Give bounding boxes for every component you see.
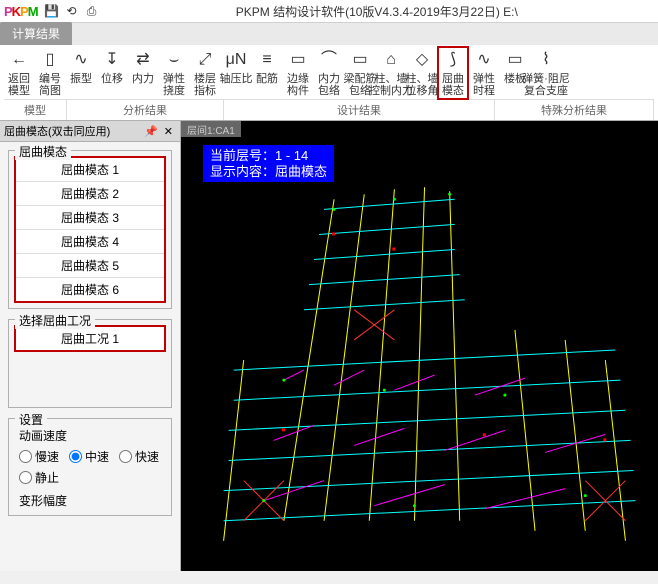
ribbon-btn-12[interactable]: ⌂柱、墙 控制内力 <box>376 47 406 99</box>
ribbon-btn-0[interactable]: ←返回 模型 <box>4 47 34 99</box>
deform-label: 变形幅度 <box>15 488 165 509</box>
ribbon-icon-14: ⟆ <box>442 49 464 71</box>
ribbon-group-1: 分析结果 <box>67 100 224 120</box>
save-icon[interactable]: 💾 <box>44 3 60 19</box>
ribbon-icon-11: ▭ <box>349 49 371 71</box>
speed-option-3[interactable]: 静止 <box>19 469 59 486</box>
close-icon[interactable]: ✕ <box>161 125 176 138</box>
print-icon[interactable]: ⎙ <box>84 3 100 19</box>
speed-radio-1[interactable] <box>69 450 82 463</box>
ribbon-btn-5[interactable]: ⌣弹性 挠度 <box>159 47 189 99</box>
ribbon-btn-2[interactable]: ∿ 振型 <box>66 47 96 87</box>
mode-item-2[interactable]: 屈曲模态 2 <box>16 182 164 206</box>
undo-icon[interactable]: ⟲ <box>64 3 80 19</box>
ribbon-group-0: 模型 <box>4 100 67 120</box>
viewport-tab[interactable]: 层间1:CA1 <box>181 121 241 137</box>
mode-item-3[interactable]: 屈曲模态 3 <box>16 206 164 230</box>
window-title: PKPM 结构设计软件(10版V4.3.4-2019年3月22日) E:\ <box>100 3 654 20</box>
ribbon-btn-6[interactable]: ⤢楼层 指标 <box>190 47 220 99</box>
ribbon-icon-15: ∿ <box>473 49 495 71</box>
speed-option-0[interactable]: 慢速 <box>19 448 59 465</box>
buckling-case-group: 选择屈曲工况 屈曲工况 1 <box>8 319 172 408</box>
mode-item-1[interactable]: 屈曲模态 1 <box>16 158 164 182</box>
ribbon-icon-1: ▯ <box>39 49 61 71</box>
ribbon-icon-7: μN <box>225 49 247 71</box>
ribbon: ←返回 模型▯编号 简图∿振型↧位移⇄内力⌣弹性 挠度⤢楼层 指标μN轴压比≡配… <box>0 45 658 121</box>
tab-results[interactable]: 计算结果 <box>0 22 72 45</box>
mode-item-4[interactable]: 屈曲模态 4 <box>16 230 164 254</box>
menubar: 计算结果 <box>0 23 658 45</box>
side-panel-title: 屈曲模态(双击同应用) <box>4 123 110 139</box>
settings-legend: 设置 <box>15 411 47 428</box>
app-logo: PKPM <box>4 4 38 19</box>
ribbon-icon-5: ⌣ <box>163 49 185 71</box>
buckling-case-list[interactable]: 屈曲工况 1 <box>15 326 165 351</box>
ribbon-btn-8[interactable]: ≡ 配筋 <box>252 47 282 87</box>
model-viewport[interactable]: 层间1:CA1 当前层号：1 - 14 显示内容：屈曲模态 <box>181 121 658 571</box>
ribbon-label-13: 柱、墙 位移角 <box>406 73 439 97</box>
ribbon-icon-13: ◇ <box>411 49 433 71</box>
ribbon-label-3: 位移 <box>101 73 123 85</box>
speed-option-1[interactable]: 中速 <box>69 448 109 465</box>
ribbon-label-17: 弹簧·阻尼 复合支座 <box>522 73 570 97</box>
ribbon-icon-17: ⌇ <box>535 49 557 71</box>
ribbon-label-15: 弹性 时程 <box>473 73 495 97</box>
ribbon-label-10: 内力 包络 <box>318 73 340 97</box>
ribbon-btn-1[interactable]: ▯编号 简图 <box>35 47 65 99</box>
ribbon-btn-17[interactable]: ⌇弹簧·阻尼 复合支座 <box>531 47 561 99</box>
ribbon-group-2: 设计结果 <box>224 100 495 120</box>
ribbon-icon-2: ∿ <box>70 49 92 71</box>
ribbon-btn-13[interactable]: ◇柱、墙 位移角 <box>407 47 437 99</box>
ribbon-btn-15[interactable]: ∿弹性 时程 <box>469 47 499 99</box>
titlebar: PKPM 💾 ⟲ ⎙ PKPM 结构设计软件(10版V4.3.4-2019年3月… <box>0 0 658 23</box>
settings-group: 设置 动画速度 慢速中速快速静止 变形幅度 <box>8 418 172 516</box>
ribbon-btn-7[interactable]: μN 轴压比 <box>221 47 251 87</box>
ribbon-icon-4: ⇄ <box>132 49 154 71</box>
mode-item-6[interactable]: 屈曲模态 6 <box>16 278 164 301</box>
ribbon-icon-9: ▭ <box>287 49 309 71</box>
ribbon-label-7: 轴压比 <box>220 73 253 85</box>
ribbon-label-1: 编号 简图 <box>39 73 61 97</box>
ribbon-icon-3: ↧ <box>101 49 123 71</box>
ribbon-label-0: 返回 模型 <box>8 73 30 97</box>
ribbon-label-4: 内力 <box>132 73 154 85</box>
mode-item-5[interactable]: 屈曲模态 5 <box>16 254 164 278</box>
ribbon-icon-10: ⌒ <box>318 49 340 71</box>
buckling-modes-list[interactable]: 屈曲模态 1屈曲模态 2屈曲模态 3屈曲模态 4屈曲模态 5屈曲模态 6 <box>15 157 165 302</box>
ribbon-btn-3[interactable]: ↧ 位移 <box>97 47 127 87</box>
ribbon-icon-0: ← <box>8 49 30 71</box>
anim-speed-label: 动画速度 <box>15 425 165 446</box>
side-panel: 屈曲模态(双击同应用) 📌 ✕ 屈曲模态 屈曲模态 1屈曲模态 2屈曲模态 3屈… <box>0 121 181 571</box>
ribbon-label-14: 屈曲 模态 <box>442 73 464 97</box>
ribbon-icon-6: ⤢ <box>194 49 216 71</box>
ribbon-btn-10[interactable]: ⌒内力 包络 <box>314 47 344 99</box>
speed-radio-2[interactable] <box>119 450 132 463</box>
speed-radio-3[interactable] <box>19 471 32 484</box>
case-legend: 选择屈曲工况 <box>15 312 95 329</box>
buckling-modes-group: 屈曲模态 屈曲模态 1屈曲模态 2屈曲模态 3屈曲模态 4屈曲模态 5屈曲模态 … <box>8 150 172 309</box>
ribbon-icon-16: ▭ <box>504 49 526 71</box>
ribbon-label-9: 边缘 构件 <box>287 73 309 97</box>
ribbon-icon-12: ⌂ <box>380 49 402 71</box>
side-panel-header: 屈曲模态(双击同应用) 📌 ✕ <box>0 121 180 142</box>
pin-icon[interactable]: 📌 <box>141 125 161 138</box>
ribbon-btn-14[interactable]: ⟆屈曲 模态 <box>438 47 468 99</box>
speed-radio-0[interactable] <box>19 450 32 463</box>
ribbon-label-2: 振型 <box>70 73 92 85</box>
modes-legend: 屈曲模态 <box>15 143 71 160</box>
ribbon-btn-4[interactable]: ⇄ 内力 <box>128 47 158 87</box>
case-item-1[interactable]: 屈曲工况 1 <box>16 327 164 350</box>
model-render <box>181 139 658 571</box>
ribbon-label-8: 配筋 <box>256 73 278 85</box>
ribbon-icon-8: ≡ <box>256 49 278 71</box>
ribbon-label-6: 楼层 指标 <box>194 73 216 97</box>
speed-option-2[interactable]: 快速 <box>119 448 159 465</box>
ribbon-label-5: 弹性 挠度 <box>163 73 185 97</box>
ribbon-group-3: 特殊分析结果 <box>495 100 654 120</box>
ribbon-btn-9[interactable]: ▭边缘 构件 <box>283 47 313 99</box>
speed-radio-group: 慢速中速快速静止 <box>15 446 165 488</box>
